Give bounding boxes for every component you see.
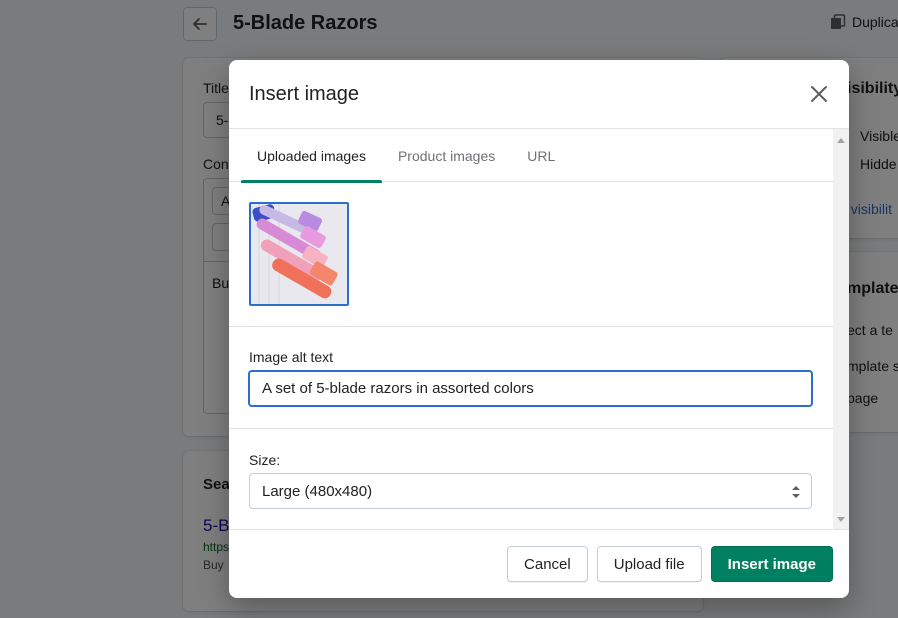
size-label: Size: bbox=[249, 452, 281, 468]
modal-header: Insert image bbox=[229, 60, 849, 129]
scroll-up-arrow-icon[interactable] bbox=[833, 133, 849, 149]
modal-title: Insert image bbox=[249, 82, 360, 105]
tab-url[interactable]: URL bbox=[511, 129, 571, 182]
cancel-button[interactable]: Cancel bbox=[507, 546, 588, 582]
size-section: Size: Large (480x480) bbox=[229, 429, 833, 529]
tab-uploaded-images[interactable]: Uploaded images bbox=[241, 129, 382, 183]
insert-image-button[interactable]: Insert image bbox=[710, 546, 833, 582]
alt-text-label: Image alt text bbox=[249, 349, 334, 365]
close-icon[interactable] bbox=[809, 84, 829, 104]
razors-image bbox=[251, 204, 347, 304]
size-select-value: Large (480x480) bbox=[262, 482, 373, 500]
modal-footer: Cancel Upload file Insert image bbox=[229, 529, 849, 598]
tab-product-images[interactable]: Product images bbox=[382, 129, 511, 182]
alt-text-section: Image alt text bbox=[229, 327, 833, 429]
modal-body: Uploaded images Product images URL Image… bbox=[229, 129, 849, 529]
modal-scrollbar[interactable] bbox=[833, 129, 849, 529]
insert-image-modal: Insert image Uploaded images Product ima… bbox=[229, 60, 849, 598]
alt-text-input[interactable] bbox=[248, 370, 813, 407]
uploaded-images-grid bbox=[229, 182, 833, 327]
select-arrows-icon bbox=[792, 486, 800, 498]
uploaded-image-thumbnail[interactable] bbox=[249, 202, 349, 306]
size-select[interactable]: Large (480x480) bbox=[249, 473, 812, 509]
scroll-down-arrow-icon[interactable] bbox=[833, 511, 849, 527]
upload-file-button[interactable]: Upload file bbox=[596, 546, 702, 582]
image-source-tabs: Uploaded images Product images URL bbox=[229, 129, 833, 183]
